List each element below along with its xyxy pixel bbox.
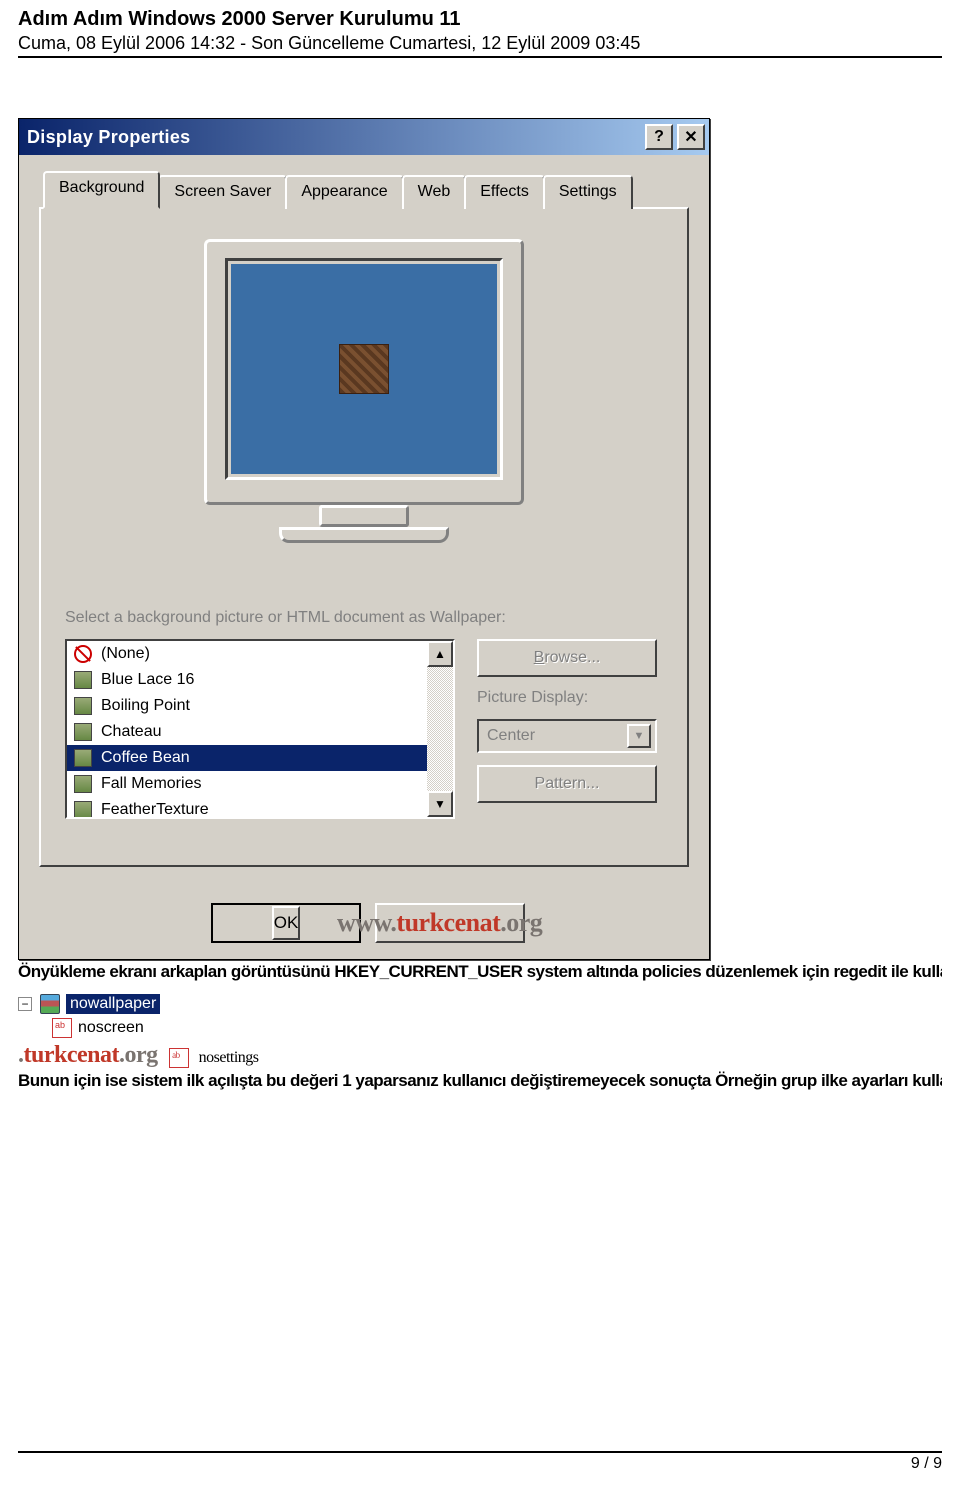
list-item-label: Coffee Bean (101, 749, 190, 767)
list-item[interactable]: FeatherTexture (67, 797, 427, 819)
combo-value: Center (487, 727, 535, 745)
scroll-up-button[interactable]: ▲ (427, 641, 453, 667)
document-title: Adım Adım Windows 2000 Server Kurulumu 1… (18, 8, 942, 31)
document-header: Adım Adım Windows 2000 Server Kurulumu 1… (18, 8, 942, 58)
list-item-label: Blue Lace 16 (101, 671, 194, 689)
bitmap-icon (73, 774, 93, 794)
tab-strip: Background Screen Saver Appearance Web E… (39, 171, 689, 207)
list-item-label: FeatherTexture (101, 801, 209, 819)
registry-row[interactable]: − nowallpaper (18, 992, 942, 1016)
bitmap-icon (73, 696, 93, 716)
registry-value-selected: nowallpaper (66, 994, 160, 1014)
page-footer: 9 / 9 (18, 1451, 942, 1473)
list-item[interactable]: Fall Memories (67, 771, 427, 797)
list-item-label: Boiling Point (101, 697, 190, 715)
list-item-label: (None) (101, 645, 150, 663)
page-number: 9 / 9 (911, 1455, 942, 1472)
display-properties-dialog: Display Properties ? ✕ Background Screen… (18, 118, 710, 960)
none-icon (73, 644, 93, 664)
tab-settings[interactable]: Settings (543, 175, 633, 209)
browse-button[interactable]: BBrowse...rowse... (477, 639, 657, 677)
list-item[interactable]: Blue Lace 16 (67, 667, 427, 693)
pattern-button[interactable]: Pattern... (477, 765, 657, 803)
scroll-track[interactable] (427, 667, 453, 791)
bitmap-icon (73, 670, 93, 690)
string-value-icon (169, 1048, 189, 1068)
dialog-button-row: OK Cancel www.turkcenat.org Apply (19, 887, 709, 959)
binary-value-icon (40, 994, 60, 1014)
tab-web[interactable]: Web (402, 175, 467, 209)
scrollbar-vertical[interactable]: ▲ ▼ (427, 641, 453, 817)
document-subtitle: Cuma, 08 Eylül 2006 14:32 - Son Güncelle… (18, 33, 942, 54)
tab-appearance[interactable]: Appearance (285, 175, 403, 209)
wallpaper-listbox[interactable]: (None) Blue Lace 16 Boiling Point (65, 639, 455, 819)
help-button[interactable]: ? (645, 124, 673, 150)
list-item-label: Fall Memories (101, 775, 201, 793)
registry-value-label: noscreen (78, 1019, 144, 1037)
tree-collapse-icon[interactable]: − (18, 997, 32, 1011)
bitmap-icon (73, 722, 93, 742)
close-button[interactable]: ✕ (677, 124, 705, 150)
select-wallpaper-label: Select a background picture or HTML docu… (65, 609, 506, 627)
tab-background[interactable]: Background (43, 171, 160, 209)
dialog-titlebar[interactable]: Display Properties ? ✕ (19, 119, 709, 155)
wallpaper-tile-icon (339, 344, 389, 394)
scroll-down-button[interactable]: ▼ (427, 791, 453, 817)
monitor-preview (204, 239, 524, 543)
cancel-button[interactable]: Cancel www.turkcenat.org (375, 903, 525, 943)
list-item-label: Chateau (101, 723, 162, 741)
dialog-title: Display Properties (27, 127, 641, 148)
watermark-text: .turkcenat.org nosettings (18, 1042, 942, 1069)
registry-value-label: nosettings (199, 1049, 259, 1066)
list-item[interactable]: (None) (67, 641, 427, 667)
desktop-preview (231, 264, 497, 474)
registry-snippet: − nowallpaper noscreen .turkcenat.org no… (18, 992, 942, 1069)
list-item[interactable]: Boiling Point (67, 693, 427, 719)
bitmap-icon (73, 800, 93, 819)
chevron-down-icon[interactable]: ▼ (627, 724, 651, 748)
tab-screen-saver[interactable]: Screen Saver (158, 175, 287, 209)
watermark-overlay: www.turkcenat.org (337, 908, 542, 938)
picture-display-label: Picture Display: (477, 689, 657, 707)
garbled-text-1: Önyükleme ekranı arkaplan görüntüsünü HK… (18, 962, 942, 988)
picture-display-combo[interactable]: Center ▼ (477, 719, 657, 753)
tab-panel-background: Select a background picture or HTML docu… (39, 207, 689, 867)
list-item-selected[interactable]: Coffee Bean (67, 745, 427, 771)
tab-effects[interactable]: Effects (464, 175, 545, 209)
list-item[interactable]: Chateau (67, 719, 427, 745)
string-value-icon (52, 1018, 72, 1038)
bitmap-icon (73, 748, 93, 768)
garbled-text-2: Bunun için ise sistem ilk açılışta bu de… (18, 1071, 942, 1097)
registry-row[interactable]: noscreen (52, 1016, 942, 1040)
